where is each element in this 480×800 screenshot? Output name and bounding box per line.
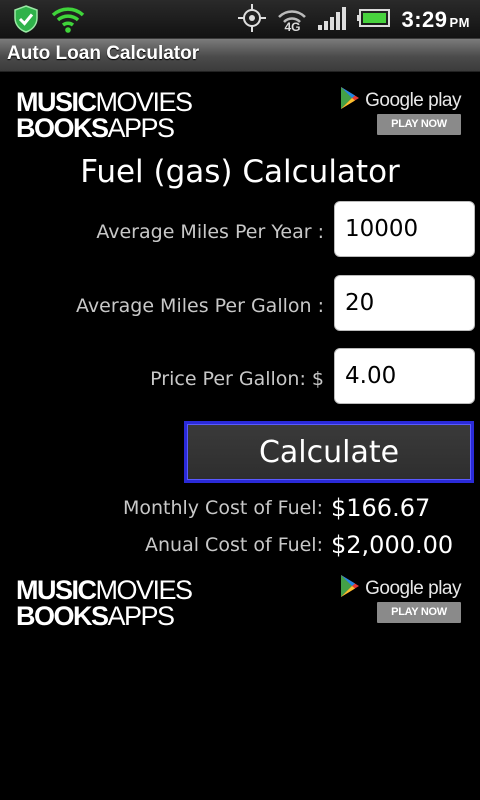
miles-per-year-label: Average Miles Per Year : (96, 221, 324, 243)
ad-banner-text: MUSICMOVIES BOOKSAPPS (16, 87, 193, 143)
play-now-button[interactable]: PLAY NOW (377, 602, 461, 623)
wifi-icon (50, 4, 86, 38)
google-play-label: Google play (365, 578, 461, 599)
app-title-bar: Auto Loan Calculator (0, 39, 480, 72)
miles-per-gallon-input[interactable] (334, 275, 475, 331)
status-bar: 4G 3:29 PM (0, 0, 480, 39)
battery-icon (357, 8, 391, 32)
status-clock: 3:29 PM (401, 7, 470, 32)
play-now-button[interactable]: PLAY NOW (377, 114, 461, 135)
annual-cost-label: Anual Cost of Fuel: (145, 534, 323, 556)
miles-per-year-input[interactable] (334, 201, 475, 257)
miles-per-gallon-label: Average Miles Per Gallon : (76, 295, 324, 317)
google-play-icon (339, 86, 361, 116)
app-title: Auto Loan Calculator (7, 43, 200, 64)
calculator-heading: Fuel (gas) Calculator (80, 154, 400, 190)
shield-check-icon (12, 4, 40, 38)
monthly-cost-label: Monthly Cost of Fuel: (122, 497, 323, 519)
price-per-gallon-label: Price Per Gallon: $ (150, 368, 324, 390)
gps-icon (237, 3, 267, 37)
calculate-button[interactable]: Calculate (184, 421, 474, 483)
ad-banner-bottom[interactable]: MUSICMOVIES BOOKSAPPS Google play PLAY N… (0, 574, 480, 638)
google-play-badge[interactable]: Google play PLAY NOW (336, 86, 461, 140)
google-play-label: Google play (365, 90, 461, 111)
annual-cost-value: $2,000.00 (331, 531, 454, 559)
signal-icon (317, 5, 347, 35)
network-label: 4G (284, 20, 301, 34)
price-per-gallon-input[interactable] (334, 348, 475, 404)
google-play-icon (339, 574, 361, 604)
ad-banner-top[interactable]: MUSICMOVIES BOOKSAPPS Google play PLAY N… (0, 86, 480, 150)
google-play-badge[interactable]: Google play PLAY NOW (336, 574, 461, 628)
monthly-cost-value: $166.67 (331, 494, 431, 522)
ad-banner-text: MUSICMOVIES BOOKSAPPS (16, 575, 193, 631)
4g-icon: 4G (277, 5, 307, 35)
